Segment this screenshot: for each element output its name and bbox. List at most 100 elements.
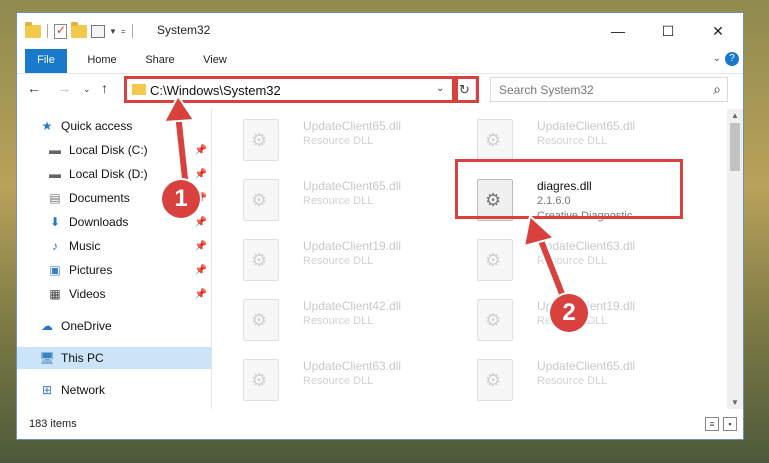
sidebar-item-label: OneDrive: [61, 319, 112, 333]
ribbon-tabs: File Home Share View ⌄ ?: [17, 49, 743, 101]
dll-file-icon: [243, 299, 279, 341]
scroll-thumb[interactable]: [730, 123, 740, 171]
properties-icon[interactable]: [91, 24, 105, 38]
expand-ribbon-icon[interactable]: ⌄: [713, 53, 721, 64]
sidebar-item-label: Downloads: [69, 215, 129, 229]
address-row: ← → ⌄ ↑ C:\Windows\System32 ⌄ ↻ Search S…: [17, 73, 743, 105]
sidebar-item-label: Local Disk (D:): [69, 167, 148, 181]
refresh-highlight-box: [455, 76, 479, 103]
pin-icon[interactable]: 📌: [195, 217, 207, 228]
search-input[interactable]: Search System32 ⌕: [490, 77, 728, 102]
music-icon: ♪: [52, 239, 58, 253]
file-description: Resource DLL: [303, 135, 374, 147]
item-count: 183 items: [29, 418, 77, 430]
recent-locations-icon[interactable]: ⌄: [83, 84, 91, 95]
sidebar-item-network[interactable]: ⊞ Network: [17, 379, 211, 401]
window-title: System32: [157, 23, 211, 37]
tab-share[interactable]: Share: [137, 49, 183, 71]
vertical-scrollbar[interactable]: ▲ ▼: [727, 109, 743, 409]
quick-access-toolbar: ▼ =: [25, 21, 135, 40]
tab-view[interactable]: View: [195, 49, 235, 71]
file-name: UpdateClient42.dll: [303, 299, 402, 313]
toolbar-divider: [47, 24, 48, 38]
file-description: Resource DLL: [303, 255, 374, 267]
sidebar-item-label: Quick access: [61, 119, 133, 133]
sidebar-item-quick-access[interactable]: ★ Quick access: [17, 115, 211, 137]
sidebar-item-label: Documents: [69, 191, 130, 205]
search-icon[interactable]: ⌕: [713, 81, 721, 98]
file-description: Resource DLL: [537, 255, 608, 267]
cloud-icon: ☁: [41, 319, 53, 333]
file-item[interactable]: UpdateClient65.dll Resource DLL: [465, 113, 685, 165]
pin-icon[interactable]: 📌: [195, 169, 207, 180]
file-description: Resource DLL: [303, 195, 374, 207]
forward-arrow-icon[interactable]: →: [57, 80, 71, 96]
new-folder-icon[interactable]: [71, 21, 87, 38]
sidebar-item-onedrive[interactable]: ☁ OneDrive: [17, 315, 211, 337]
back-arrow-icon[interactable]: ←: [27, 80, 41, 96]
file-item[interactable]: UpdateClient63.dll Resource DLL: [465, 233, 685, 285]
dll-file-icon: [477, 239, 513, 281]
sidebar-item-local-disk-c[interactable]: ▬ Local Disk (C:) 📌: [17, 139, 211, 161]
sidebar-item-label: Pictures: [69, 263, 113, 277]
up-arrow-icon[interactable]: ↑: [101, 80, 108, 96]
downloads-icon: ⬇: [49, 215, 61, 229]
properties-check-icon[interactable]: [54, 23, 67, 39]
close-button[interactable]: ✕: [693, 13, 743, 49]
dll-file-icon: [243, 239, 279, 281]
navigation-pane: ★ Quick access ▬ Local Disk (C:) 📌 ▬ Loc…: [17, 109, 211, 409]
sidebar-item-label: This PC: [61, 351, 104, 365]
minimize-button[interactable]: —: [593, 13, 643, 49]
file-description: Resource DLL: [537, 375, 608, 387]
file-name: UpdateClient65.dll: [537, 359, 636, 373]
status-bar: 183 items ≡ ▪: [17, 413, 743, 439]
network-icon: ⊞: [41, 383, 53, 397]
sidebar-item-label: Local Disk (C:): [69, 143, 148, 157]
title-bar: ▼ = System32 — ☐ ✕: [17, 13, 743, 49]
folder-icon[interactable]: [25, 21, 41, 38]
file-item[interactable]: UpdateClient42.dll Resource DLL: [231, 293, 451, 345]
sidebar-item-label: Videos: [69, 287, 106, 301]
address-bar[interactable]: C:\Windows\System32 ⌄ ↻: [124, 76, 479, 103]
pin-icon[interactable]: 📌: [195, 145, 207, 156]
file-item[interactable]: UpdateClient65.dll Resource DLL: [231, 113, 451, 165]
file-highlight-box: [455, 159, 683, 219]
chevron-down-icon[interactable]: ▼: [109, 27, 117, 36]
dll-file-icon: [477, 299, 513, 341]
step-badge-2: 2: [550, 294, 588, 332]
file-name: UpdateClient63.dll: [537, 239, 636, 253]
file-item[interactable]: UpdateClient65.dll Resource DLL: [231, 173, 451, 225]
toolbar-divider: [131, 24, 133, 38]
large-icons-view-icon[interactable]: ▪: [723, 417, 737, 431]
dll-file-icon: [243, 119, 279, 161]
sidebar-item-this-pc[interactable]: 🖥 This PC: [17, 347, 211, 369]
drive-icon: ▬: [49, 143, 61, 157]
sidebar-item-label: Network: [61, 383, 106, 397]
videos-icon: ▦: [49, 287, 61, 301]
sidebar-item-pictures[interactable]: ▣ Pictures 📌: [17, 259, 211, 281]
file-item[interactable]: UpdateClient65.dll Resource DLL: [465, 353, 685, 405]
customize-toolbar-icon[interactable]: =: [121, 27, 126, 36]
sidebar-item-label: Music: [69, 239, 101, 253]
file-item[interactable]: UpdateClient63.dll Resource DLL: [231, 353, 451, 405]
help-button[interactable]: ?: [725, 52, 739, 66]
maximize-button[interactable]: ☐: [643, 13, 693, 49]
sidebar-item-videos[interactable]: ▦ Videos 📌: [17, 283, 211, 305]
pin-icon[interactable]: 📌: [195, 265, 207, 276]
sidebar-item-music[interactable]: ♪ Music 📌: [17, 235, 211, 257]
file-name: UpdateClient65.dll: [537, 119, 636, 133]
pane-divider[interactable]: [211, 109, 212, 409]
pin-icon[interactable]: 📌: [195, 241, 207, 252]
documents-icon: ▤: [49, 191, 61, 205]
file-description: Resource DLL: [537, 135, 608, 147]
details-view-icon[interactable]: ≡: [705, 417, 719, 431]
file-name: UpdateClient65.dll: [303, 179, 402, 193]
file-item[interactable]: UpdateClient19.dll Resource DLL: [231, 233, 451, 285]
pin-icon[interactable]: 📌: [195, 289, 207, 300]
tab-home[interactable]: Home: [77, 49, 127, 71]
scroll-up-icon[interactable]: ▲: [731, 111, 739, 120]
scroll-down-icon[interactable]: ▼: [731, 398, 739, 407]
file-list: UpdateClient65.dll Resource DLL UpdateCl…: [213, 109, 725, 409]
step-badge-1: 1: [162, 180, 200, 218]
dll-file-icon: [243, 359, 279, 401]
